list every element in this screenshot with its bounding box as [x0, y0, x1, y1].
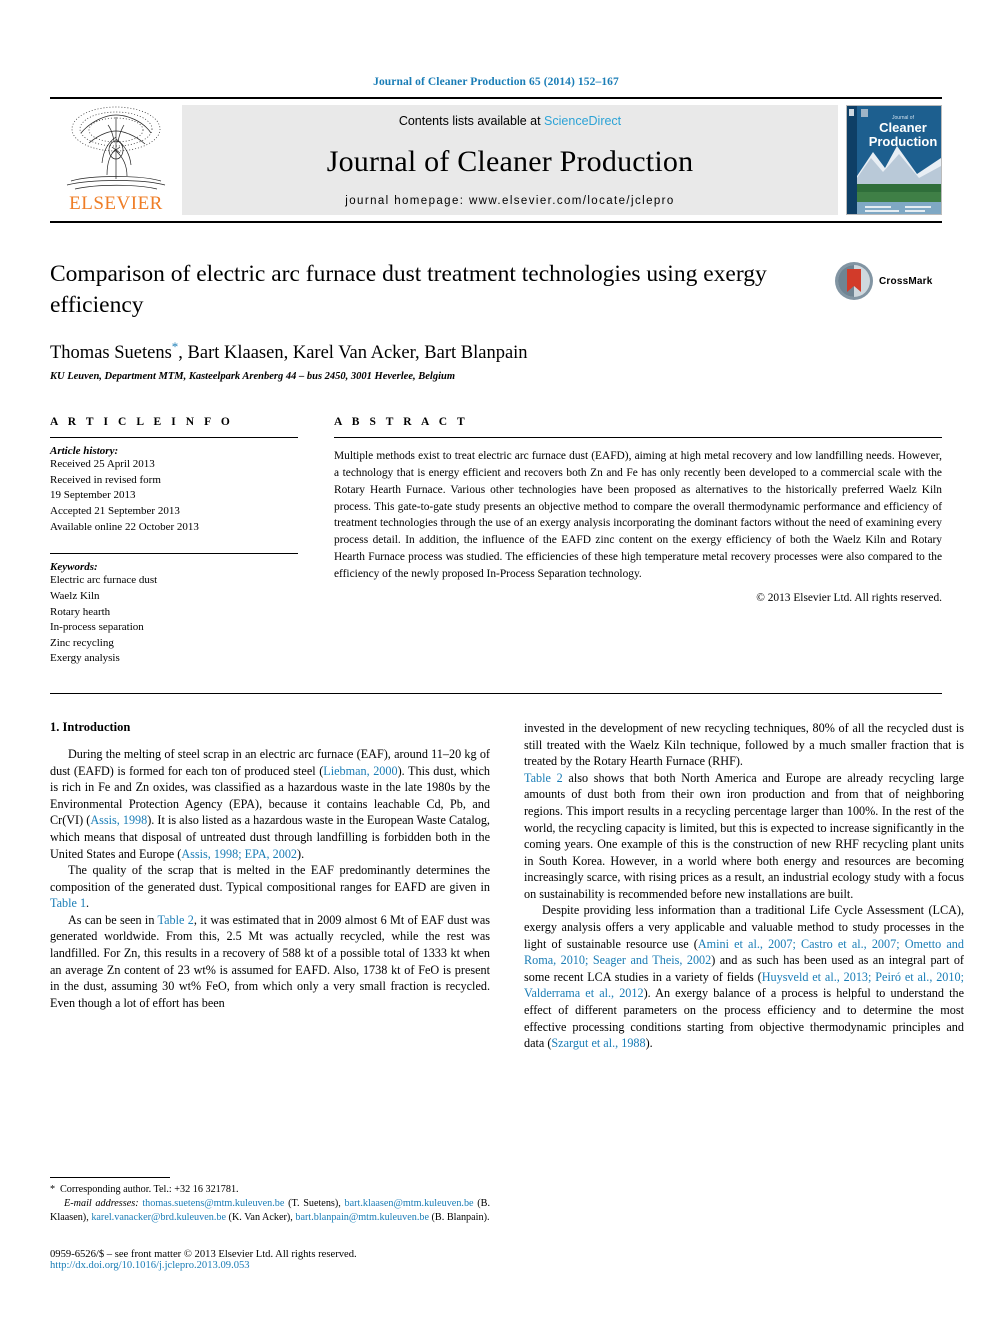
- doi-link[interactable]: http://dx.doi.org/10.1016/j.jclepro.2013…: [50, 1260, 550, 1271]
- paragraph: Despite providing less information than …: [524, 902, 964, 1051]
- email-link[interactable]: bart.blanpain@mtm.kuleuven.be: [295, 1212, 429, 1223]
- abstract-text: Multiple methods exist to treat electric…: [334, 450, 942, 580]
- affiliation: KU Leuven, Department MTM, Kasteelpark A…: [50, 371, 456, 383]
- keyword-item: Electric arc furnace dust: [50, 574, 158, 587]
- corresponding-author-note: * Corresponding author. Tel.: +32 16 3217…: [50, 1183, 490, 1197]
- corresponding-author-marker: *: [171, 339, 179, 355]
- elsevier-wordmark: ELSEVIER: [69, 193, 163, 214]
- article-history-label: Article history:: [50, 445, 119, 458]
- journal-masthead: ELSEVIER Contents lists available at Sci…: [50, 97, 942, 223]
- history-item: Received 25 April 2013: [50, 458, 155, 471]
- corresponding-author-text: Corresponding author. Tel.: +32 16 32178…: [60, 1183, 239, 1195]
- email-owner: (T. Suetens),: [284, 1197, 345, 1209]
- authors-text: Thomas Suetens*, Bart Klaasen, Karel Van…: [50, 339, 528, 364]
- keywords-rule: [50, 553, 298, 555]
- contents-available-line: Contents lists available at ScienceDirec…: [399, 114, 621, 128]
- abstract-copyright: © 2013 Elsevier Ltd. All rights reserved…: [756, 592, 942, 605]
- paper-page: Journal of Cleaner Production 65 (2014) …: [0, 0, 992, 1323]
- journal-homepage[interactable]: journal homepage: www.elsevier.com/locat…: [345, 195, 674, 207]
- keyword-item: Rotary hearth: [50, 605, 111, 618]
- crossmark-label: CrossMark: [879, 275, 933, 287]
- text-run: The quality of the scrap that is melted …: [50, 863, 490, 894]
- history-item: Received in revised form: [50, 473, 161, 486]
- abstract-rule: [334, 437, 942, 439]
- text-run: , it was estimated that in 2009 almost 6…: [50, 912, 491, 1010]
- email-owner: (B. Blanpain).: [428, 1211, 490, 1223]
- keywords-label: Keywords:: [50, 561, 98, 574]
- table-link[interactable]: Table 2: [158, 913, 194, 927]
- asterisk-marker: *: [50, 1183, 56, 1195]
- crossmark-badge-icon: [835, 262, 873, 300]
- text-run: ).: [645, 1036, 653, 1051]
- table-link[interactable]: Table 2: [524, 771, 563, 785]
- text-run: also shows that both North America and E…: [524, 770, 964, 901]
- elsevier-logo: ELSEVIER: [50, 99, 182, 221]
- history-item: Available online 22 October 2013: [50, 520, 199, 533]
- svg-text:Production: Production: [869, 134, 938, 149]
- email-link[interactable]: karel.vanacker@brd.kuleuven.be: [91, 1212, 226, 1223]
- citation-link[interactable]: Assis, 1998: [90, 813, 147, 827]
- article-info-column: A R T I C L E I N F O Article history: R…: [50, 416, 298, 667]
- elsevier-tree-icon: [66, 106, 166, 190]
- abstract-heading: A B S T R A C T: [334, 416, 469, 429]
- section-heading-introduction: 1. Introduction: [50, 719, 131, 734]
- footnote-rule: [50, 1176, 170, 1178]
- citation-link[interactable]: Liebman, 2000: [323, 764, 397, 778]
- issn-copyright-line: 0959-6526/$ – see front matter © 2013 El…: [50, 1249, 357, 1260]
- history-item: Accepted 21 September 2013: [50, 505, 180, 518]
- svg-text:Cleaner: Cleaner: [879, 120, 927, 135]
- history-item: 19 September 2013: [50, 489, 136, 502]
- citation-link[interactable]: Szargut et al., 1988: [551, 1036, 645, 1050]
- left-body-column: 1. Introduction During the melting of st…: [50, 720, 490, 1052]
- footnotes-block: * Corresponding author. Tel.: +32 16 3217…: [50, 1176, 490, 1225]
- article-info-rule: [50, 437, 298, 439]
- right-body-column: invested in the development of new recyc…: [524, 720, 964, 1052]
- keyword-item: Waelz Kiln: [50, 589, 100, 602]
- paragraph: invested in the development of new recyc…: [524, 720, 964, 769]
- text-run: As can be seen in: [68, 912, 158, 927]
- info-abstract-block: A R T I C L E I N F O Article history: R…: [50, 416, 942, 667]
- abstract-column: A B S T R A C T Multiple methods exist t…: [334, 416, 942, 667]
- email-owner: (K. Van Acker),: [226, 1211, 296, 1223]
- email-link[interactable]: bart.klaasen@mtm.kuleuven.be: [345, 1198, 474, 1209]
- crossmark-badge[interactable]: CrossMark: [834, 259, 942, 303]
- text-run: .: [86, 896, 90, 911]
- body-separator-rule: [50, 692, 942, 694]
- author-list: Thomas Suetens*, Bart Klaasen, Karel Van…: [50, 339, 942, 364]
- article-info-heading: A R T I C L E I N F O: [50, 416, 234, 429]
- email-label: E-mail addresses:: [64, 1197, 139, 1209]
- title-block: CrossMark Comparison of electric arc fur…: [50, 259, 942, 382]
- email-link[interactable]: thomas.suetens@mtm.kuleuven.be: [142, 1198, 284, 1209]
- text-run: ).: [297, 846, 305, 861]
- paragraph: The quality of the scrap that is melted …: [50, 862, 490, 912]
- keyword-item: Zinc recycling: [50, 636, 114, 649]
- table-link[interactable]: Table 1: [50, 896, 86, 910]
- paragraph: As can be seen in Table 2, it was estima…: [50, 912, 490, 1012]
- cover-art-icon: Journal of Cleaner Production: [847, 106, 941, 214]
- journal-cover-thumbnail: Journal of Cleaner Production: [846, 105, 942, 215]
- sciencedirect-link[interactable]: ScienceDirect: [544, 114, 621, 128]
- contents-prefix: Contents lists available at: [398, 114, 545, 128]
- body-columns: 1. Introduction During the melting of st…: [50, 720, 964, 1052]
- email-addresses-note: E-mail addresses: thomas.suetens@mtm.kul…: [50, 1197, 490, 1225]
- keyword-item: In-process separation: [50, 621, 144, 634]
- running-head: Journal of Cleaner Production 65 (2014) …: [373, 76, 619, 88]
- page-title: Comparison of electric arc furnace dust …: [50, 261, 767, 318]
- masthead-center: Contents lists available at ScienceDirec…: [182, 105, 838, 215]
- page-footer: 0959-6526/$ – see front matter © 2013 El…: [50, 1249, 550, 1271]
- keyword-item: Exergy analysis: [50, 652, 120, 665]
- paragraph: Table 2 also shows that both North Ameri…: [524, 770, 964, 903]
- paragraph: During the melting of steel scrap in an …: [50, 746, 490, 862]
- journal-title: Journal of Cleaner Production: [326, 144, 694, 178]
- citation-link[interactable]: Assis, 1998; EPA, 2002: [181, 847, 297, 861]
